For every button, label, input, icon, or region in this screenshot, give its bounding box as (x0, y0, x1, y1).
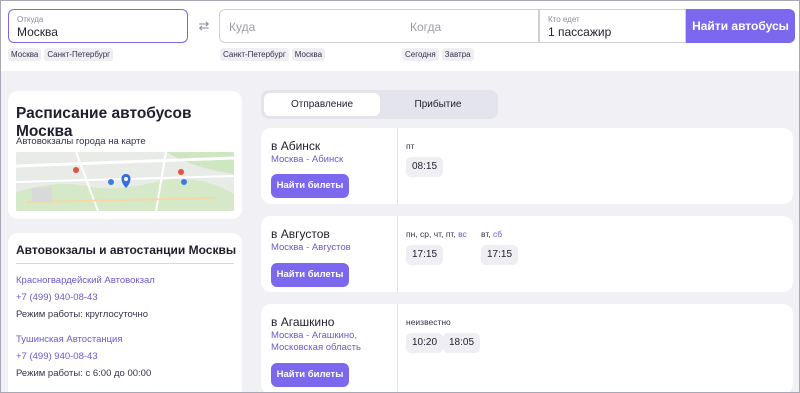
from-chip[interactable]: Москва (8, 48, 42, 61)
station-hours: Режим работы: круглосуточно (16, 309, 149, 320)
departure-time[interactable]: 17:15 (406, 245, 444, 265)
trip-city: в Абинск (271, 139, 321, 153)
day-text: вт, (481, 229, 494, 239)
day-text-highlight: сб (493, 229, 503, 239)
direction-tabs: Отправление Прибытие (261, 90, 498, 119)
from-value[interactable]: Москва (17, 25, 58, 39)
trip-city: в Августов (271, 227, 330, 241)
find-tickets-button[interactable]: Найти билеты (271, 363, 349, 387)
to-field[interactable]: Куда (219, 9, 402, 43)
divider (397, 128, 398, 204)
from-label: Откуда (17, 15, 44, 24)
page: Откуда Москва ⇄ Куда Когда Кто едет 1 па… (0, 0, 800, 393)
passengers-value[interactable]: 1 пассажир (548, 25, 611, 39)
trip-days: пн, ср, чт, пт, вс (406, 229, 467, 239)
find-tickets-button[interactable]: Найти билеты (271, 263, 349, 287)
from-chip[interactable]: Санкт-Петербург (44, 48, 114, 61)
trip-route-link[interactable]: Москва - Абинск (271, 154, 381, 166)
station-phone[interactable]: +7 (499) 940-08-43 (16, 292, 98, 303)
trip-card: в Агашкино Москва - Агашкино, Московская… (261, 304, 793, 392)
trip-days: неизвестно (406, 317, 451, 327)
departure-time[interactable]: 18:05 (443, 333, 481, 353)
to-suggestions: Санкт-Петербург Москва (220, 48, 326, 61)
find-buses-button[interactable]: Найти автобусы (686, 9, 795, 43)
from-field[interactable]: Откуда Москва (8, 9, 188, 43)
from-suggestions: Москва Санкт-Петербург (8, 48, 114, 61)
stations-title: Автовокзалы и автостанции Москвы (16, 243, 237, 257)
map-label: Автовокзалы города на карте (16, 136, 146, 147)
tab-arrival[interactable]: Прибытие (380, 93, 496, 116)
trip-card: в Абинск Москва - Абинск Найти билеты пт… (261, 128, 793, 204)
divider (397, 304, 398, 392)
search-bar: Откуда Москва ⇄ Куда Когда Кто едет 1 па… (8, 9, 795, 43)
divider (16, 263, 234, 264)
date-chip[interactable]: Сегодня (402, 48, 439, 61)
station-hours: Режим работы: с 6:00 до 00:00 (16, 368, 152, 379)
to-chip[interactable]: Москва (291, 48, 326, 61)
search-panel: Откуда Москва ⇄ Куда Когда Кто едет 1 па… (1, 1, 799, 71)
tab-departure[interactable]: Отправление (264, 93, 380, 116)
passengers-label: Кто едет (548, 15, 580, 24)
to-placeholder[interactable]: Куда (229, 20, 255, 34)
stations-map[interactable] (16, 152, 234, 211)
trip-route-link[interactable]: Москва - Августов (271, 242, 381, 254)
date-field[interactable]: Когда (401, 9, 539, 43)
station-link[interactable]: Красногвардейский Автовокзал (16, 275, 155, 286)
passengers-field[interactable]: Кто едет 1 пассажир (539, 9, 686, 43)
map-image (16, 152, 234, 211)
station-link[interactable]: Тушинская Автостанция (16, 334, 123, 345)
departure-time[interactable]: 08:15 (406, 157, 444, 177)
departure-time[interactable]: 17:15 (481, 245, 519, 265)
date-chip[interactable]: Завтра (441, 48, 474, 61)
departure-time[interactable]: 10:20 (406, 333, 444, 353)
day-text: пн, ср, чт, пт, (406, 229, 459, 239)
to-chip[interactable]: Санкт-Петербург (220, 48, 289, 61)
trip-days: вт, сб (481, 229, 502, 239)
schedule-card: Расписание автобусов Москва Автовокзалы … (8, 91, 242, 219)
stations-card: Автовокзалы и автостанции Москвы Красног… (8, 233, 242, 392)
day-text: пт (406, 141, 415, 151)
trip-route-link[interactable]: Москва - Агашкино, Московская область (271, 330, 381, 354)
day-text-highlight: вс (458, 229, 467, 239)
trip-city: в Агашкино (271, 315, 335, 329)
day-text: неизвестно (406, 317, 451, 327)
station-phone[interactable]: +7 (499) 940-08-43 (16, 351, 98, 362)
date-suggestions: Сегодня Завтра (402, 48, 474, 61)
trip-days: пт (406, 141, 415, 151)
find-tickets-button[interactable]: Найти билеты (271, 174, 349, 198)
swap-icon[interactable]: ⇄ (195, 18, 213, 34)
divider (397, 216, 398, 292)
date-placeholder[interactable]: Когда (410, 20, 441, 34)
trip-card: в Августов Москва - Августов Найти билет… (261, 216, 793, 292)
